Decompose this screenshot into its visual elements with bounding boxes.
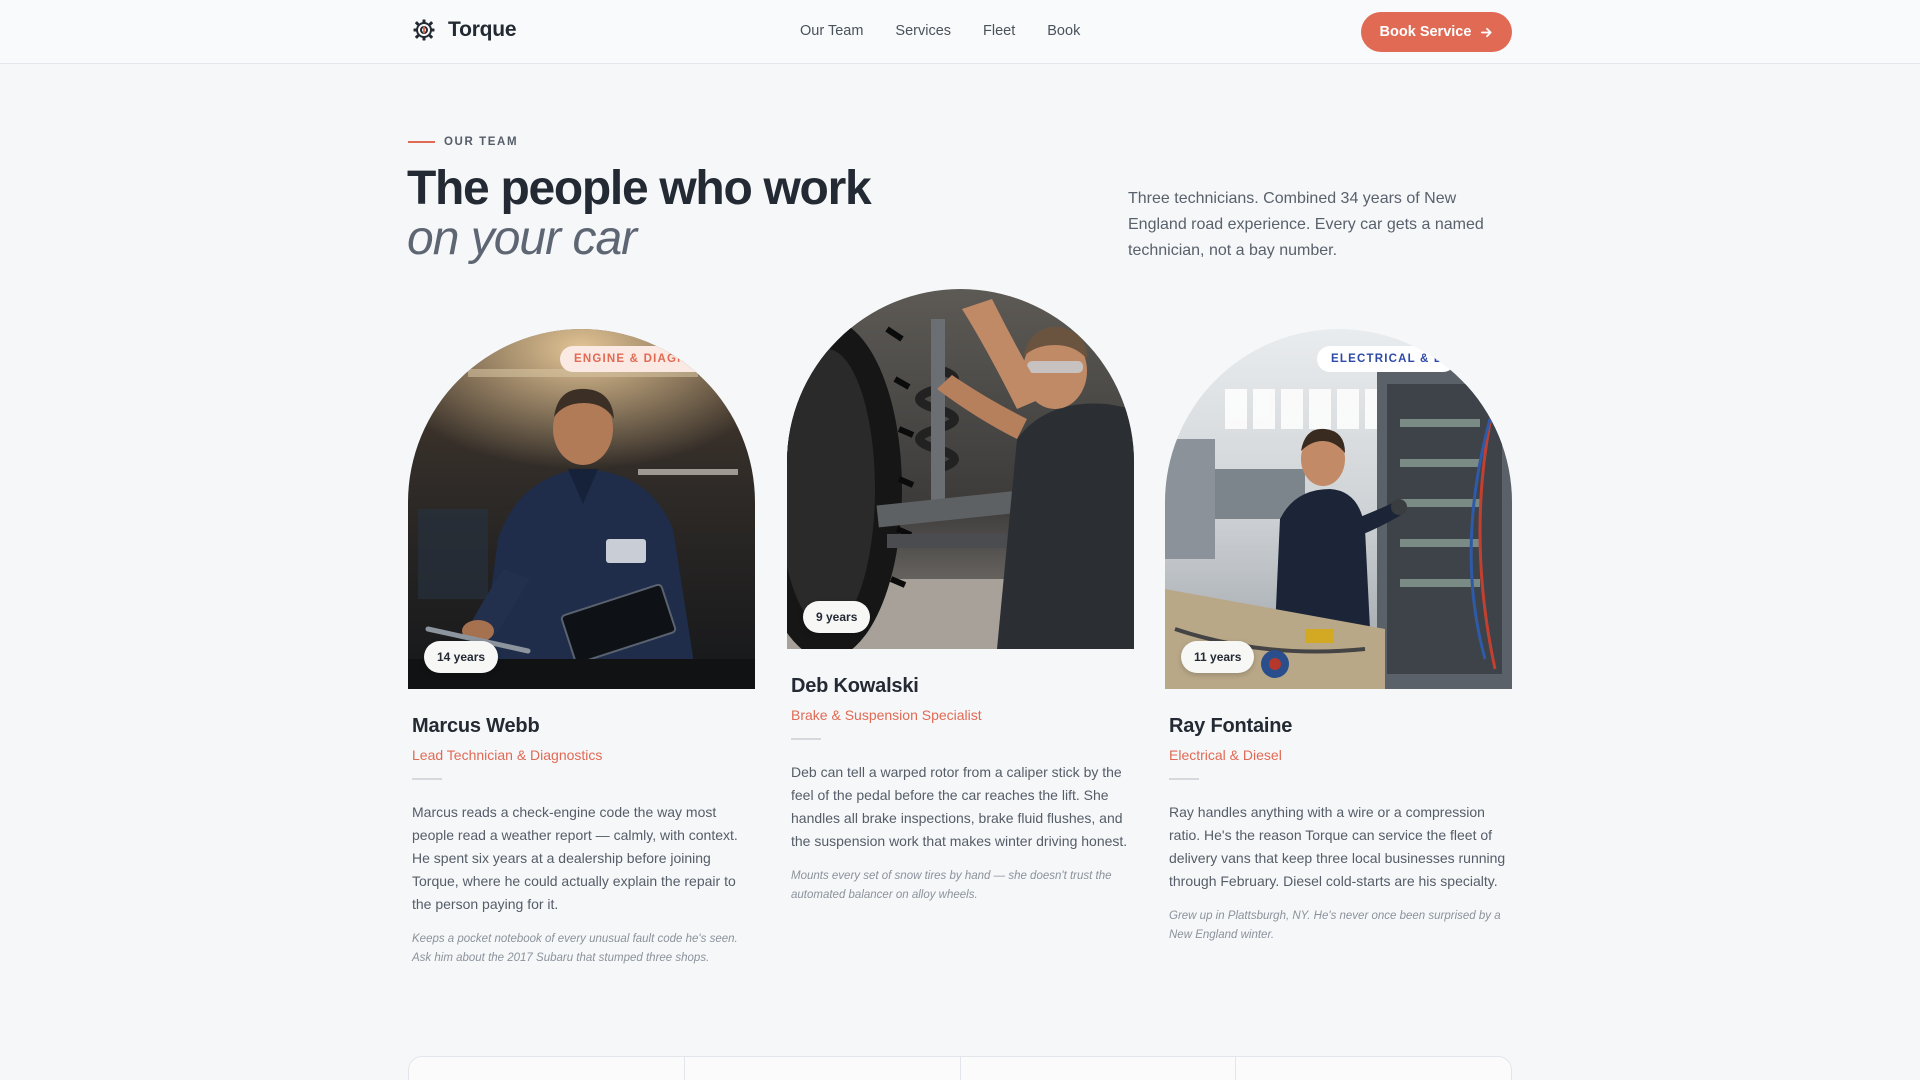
technician-role: Electrical & Diesel <box>1169 747 1282 763</box>
team-card-ray: ELECTRICAL & D 11 years Ray Fontaine Ele… <box>1165 329 1512 945</box>
nav-our-team[interactable]: Our Team <box>800 23 863 39</box>
specialty-tag: ELECTRICAL & D <box>1317 346 1457 372</box>
eyebrow-label: OUR TEAM <box>444 136 519 148</box>
technician-name: Ray Fontaine <box>1169 715 1293 737</box>
photo-suspension-technician <box>787 289 1134 649</box>
card-info: Ray Fontaine Electrical & Diesel Ray han… <box>1165 689 1512 945</box>
eyebrow-line <box>408 141 435 143</box>
card-divider <box>1169 778 1199 780</box>
stats-cell <box>961 1057 1237 1080</box>
stats-cell <box>685 1057 961 1080</box>
technician-role: Brake & Suspension Specialist <box>791 707 982 723</box>
nav-book[interactable]: Book <box>1047 23 1080 39</box>
technician-photo: 9 years <box>787 289 1134 649</box>
technician-note: Grew up in Plattsburgh, NY. He's never o… <box>1169 909 1501 941</box>
technician-note: Mounts every set of snow tires by hand —… <box>791 869 1112 901</box>
section-eyebrow: OUR TEAM <box>408 136 518 148</box>
technician-photo: ENGINE & DIAGNO 14 years <box>408 329 755 689</box>
stats-cell <box>409 1057 685 1080</box>
team-card-marcus: ENGINE & DIAGNO 14 years Marcus Webb Lea… <box>408 329 755 968</box>
nav-fleet[interactable]: Fleet <box>983 23 1015 39</box>
photo-engine-technician <box>408 329 755 689</box>
specialty-tag: ENGINE & DIAGNO <box>560 346 710 372</box>
experience-badge: 14 years <box>424 641 499 673</box>
technician-name: Deb Kowalski <box>791 675 919 697</box>
brand-logo[interactable]: Torque <box>412 18 517 42</box>
intro-text: Three technicians. Combined 34 years of … <box>1128 190 1484 259</box>
technician-photo: ELECTRICAL & D 11 years <box>1165 329 1512 689</box>
card-info: Deb Kowalski Brake & Suspension Speciali… <box>787 649 1134 905</box>
book-service-label: Book Service <box>1379 24 1472 40</box>
experience-badge: 9 years <box>803 601 871 633</box>
page-title: The people who work on your car <box>407 162 872 266</box>
team-card-deb: 9 years Deb Kowalski Brake & Suspension … <box>787 289 1134 905</box>
stats-cell <box>1236 1057 1511 1080</box>
stats-strip <box>408 1056 1512 1080</box>
arrow-right-icon <box>1481 27 1492 37</box>
top-navigation-bar: Torque Our Team Services Fleet Book Book… <box>0 0 1920 64</box>
book-service-button[interactable]: Book Service <box>1361 12 1512 52</box>
brand-name: Torque <box>448 18 517 41</box>
technician-note: Keeps a pocket notebook of every unusual… <box>412 932 738 964</box>
experience-badge: 11 years <box>1181 641 1255 673</box>
card-divider <box>791 738 821 740</box>
technician-bio: Deb can tell a warped rotor from a calip… <box>791 763 1128 849</box>
gear-wrench-icon <box>413 19 435 41</box>
technician-bio: Ray handles anything with a wire or a co… <box>1169 803 1506 889</box>
technician-role: Lead Technician & Diagnostics <box>412 747 603 763</box>
title-line-1: The people who work <box>407 162 872 215</box>
nav-services[interactable]: Services <box>895 23 951 39</box>
technician-bio: Marcus reads a check-engine code the way… <box>412 803 738 912</box>
card-info: Marcus Webb Lead Technician & Diagnostic… <box>408 689 755 968</box>
card-divider <box>412 778 442 780</box>
photo-electrical-technician <box>1165 329 1512 689</box>
technician-name: Marcus Webb <box>412 715 540 737</box>
main-nav: Our Team Services Fleet Book <box>800 23 1080 39</box>
title-line-2: on your car <box>407 212 637 266</box>
